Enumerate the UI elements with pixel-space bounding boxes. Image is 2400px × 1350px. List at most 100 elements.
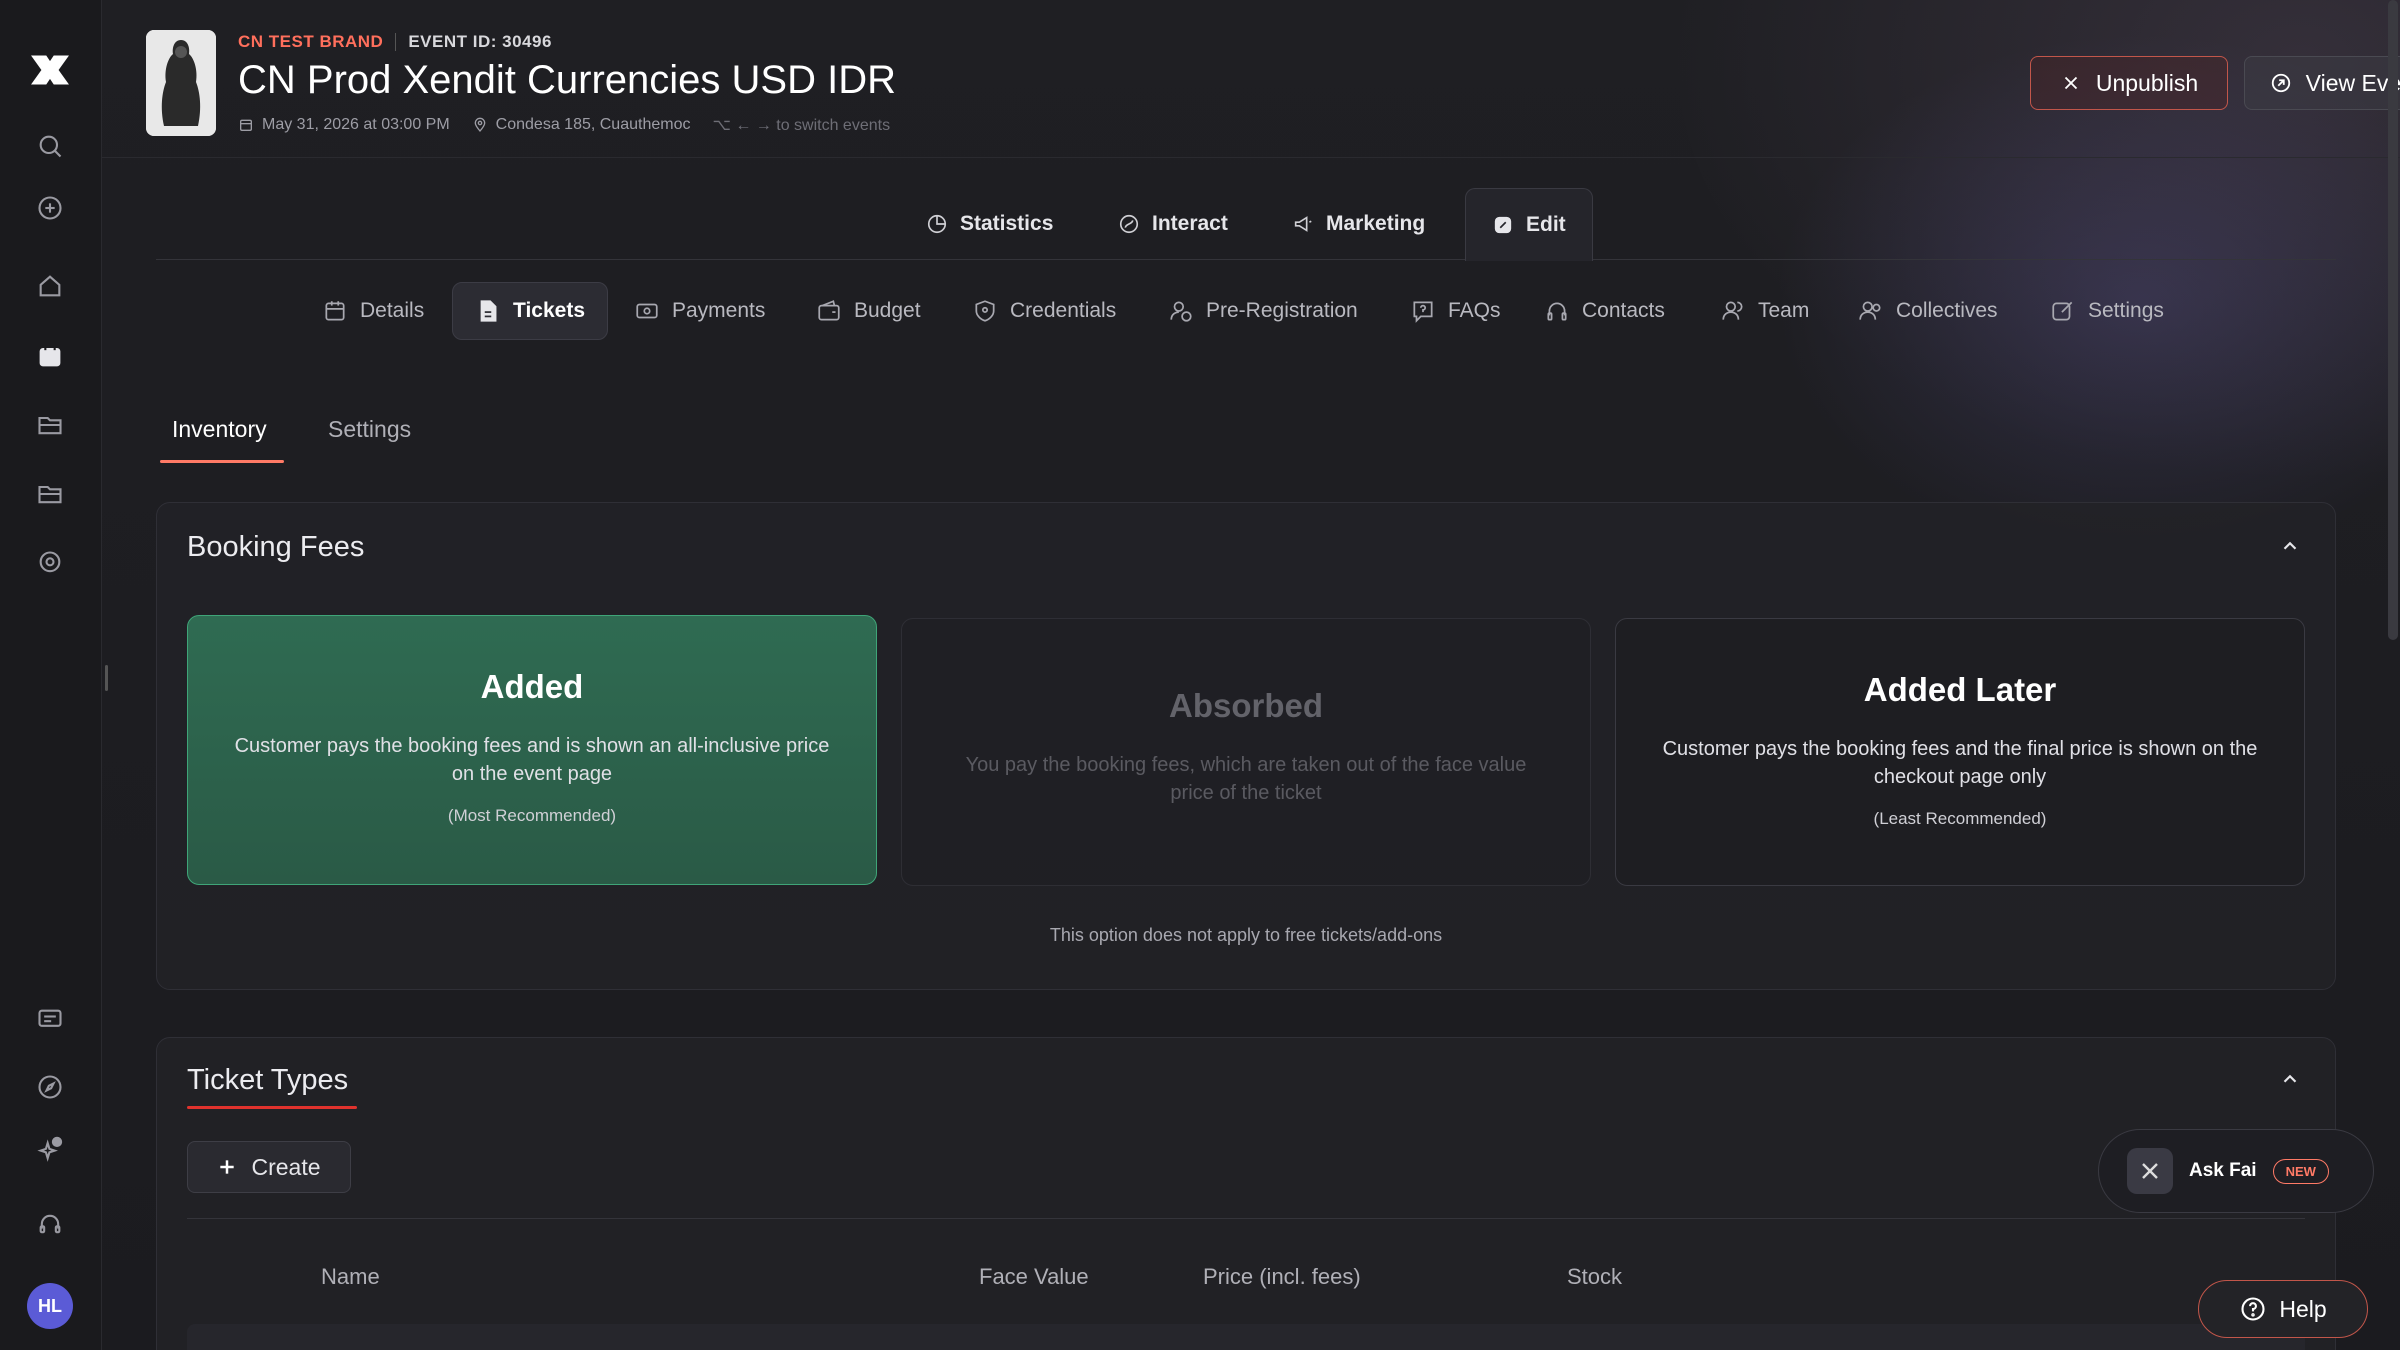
- sparkle-icon[interactable]: [34, 1134, 66, 1166]
- fee-option-recommendation: (Most Recommended): [447, 806, 617, 825]
- divider: [395, 33, 397, 51]
- settings-edit-icon: [2052, 301, 2073, 321]
- compass-icon[interactable]: [34, 1071, 66, 1103]
- chat-icon[interactable]: [34, 1004, 66, 1036]
- tab-budget[interactable]: Budget: [816, 282, 921, 340]
- location-icon[interactable]: [34, 547, 66, 579]
- home-icon[interactable]: [34, 270, 66, 302]
- event-header: CN TEST BRAND EVENT ID: 30496 CN Prod Xe…: [102, 0, 2400, 158]
- sidebar-resize-handle[interactable]: [105, 665, 108, 691]
- tab-label: Settings: [2088, 299, 2164, 322]
- column-header-stock: Stock: [1567, 1264, 1623, 1289]
- tab-settings[interactable]: Settings: [2050, 282, 2164, 340]
- search-icon[interactable]: [34, 130, 66, 162]
- fee-option-title: Added Later: [1863, 671, 2057, 708]
- brand-name: CN TEST BRAND: [238, 32, 384, 51]
- question-icon: [1413, 301, 1433, 323]
- view-event-button[interactable]: View Event: [2244, 56, 2400, 110]
- unpublish-label: Unpublish: [2095, 69, 2199, 96]
- tab-label: Payments: [672, 299, 766, 322]
- fee-option-description: Customer pays the booking fees and the f…: [1662, 738, 2258, 788]
- subtab-settings[interactable]: Settings: [328, 416, 411, 443]
- tab-label: Team: [1758, 299, 1810, 322]
- switch-events-hint: ⌥ ← → to switch events: [712, 117, 891, 134]
- fee-option-absorbed[interactable]: Absorbed You pay the booking fees, which…: [901, 618, 1591, 886]
- event-thumbnail: [146, 30, 216, 136]
- tab-statistics[interactable]: Statistics: [926, 188, 1053, 260]
- fee-option-title: Absorbed: [1168, 687, 1323, 724]
- event-location: Condesa 185, Cuauthemoc: [472, 116, 691, 134]
- create-ticket-button[interactable]: Create: [187, 1141, 351, 1193]
- app-root: HL CN TEST BRAND EVENT ID: 30496 CN Prod…: [0, 0, 2400, 1350]
- chevron-up-icon[interactable]: [2279, 1068, 2301, 1090]
- ask-fai-button[interactable]: Ask Fai NEW: [2098, 1129, 2374, 1213]
- ticket-icon: [480, 300, 497, 322]
- column-header-face-value: Face Value: [979, 1264, 1089, 1289]
- fee-option-recommendation: (Least Recommended): [1873, 809, 2047, 828]
- tab-team[interactable]: Team: [1720, 282, 1809, 340]
- sidebar: HL: [0, 0, 102, 1350]
- tab-details[interactable]: Details: [322, 282, 424, 340]
- subtab-inventory[interactable]: Inventory: [172, 416, 267, 443]
- fee-option-title: Added: [480, 668, 584, 705]
- plus-icon: [220, 1160, 235, 1174]
- tab-label: Marketing: [1326, 212, 1426, 235]
- column-header-price: Price (incl. fees): [1203, 1264, 1361, 1289]
- chevron-up-icon[interactable]: [2279, 535, 2301, 557]
- tab-tickets[interactable]: Tickets: [452, 282, 608, 340]
- event-date: May 31, 2026 at 03:00 PM: [238, 116, 450, 134]
- help-label: Help: [2279, 1295, 2327, 1322]
- headset-icon[interactable]: [34, 1208, 66, 1240]
- folder-icon[interactable]: [34, 409, 66, 441]
- statistics-icon: [927, 214, 947, 234]
- unpublish-button[interactable]: Unpublish: [2030, 56, 2228, 110]
- tab-marketing[interactable]: Marketing: [1292, 188, 1425, 260]
- pin-icon: [474, 117, 486, 133]
- tab-edit[interactable]: Edit: [1465, 188, 1593, 261]
- brand-row: CN TEST BRAND EVENT ID: 30496: [238, 32, 552, 52]
- fee-option-added-later[interactable]: Added Later Customer pays the booking fe…: [1615, 618, 2305, 886]
- title-underline: [187, 1106, 357, 1109]
- calendar-icon: [240, 119, 252, 131]
- fee-option-added[interactable]: Added Customer pays the booking fees and…: [187, 615, 877, 885]
- add-circle-icon[interactable]: [34, 192, 66, 224]
- tab-label: FAQs: [1448, 299, 1501, 322]
- logo-icon[interactable]: [30, 52, 70, 88]
- tab-payments[interactable]: Payments: [634, 282, 765, 340]
- fee-note: This option does not apply to free ticke…: [1049, 925, 1443, 945]
- table-row[interactable]: [187, 1324, 2305, 1350]
- new-badge: NEW: [2272, 1158, 2329, 1184]
- tab-contacts[interactable]: Contacts: [1544, 282, 1665, 340]
- tab-label: Statistics: [960, 212, 1054, 235]
- primary-tabs: Statistics Interact Marketing Edit: [156, 188, 2336, 261]
- tab-interact[interactable]: Interact: [1118, 188, 1228, 260]
- calendar-icon[interactable]: [34, 340, 66, 372]
- tab-label: Details: [360, 299, 425, 322]
- tab-credentials[interactable]: Credentials: [972, 282, 1116, 340]
- panel-title: Booking Fees: [187, 531, 365, 563]
- panel-title: Ticket Types: [187, 1064, 349, 1096]
- close-icon: [2064, 76, 2077, 90]
- create-label: Create: [251, 1153, 321, 1180]
- scrollbar[interactable]: [2388, 0, 2398, 640]
- tab-pre-registration[interactable]: Pre-Registration: [1168, 282, 1358, 340]
- ticket-types-panel: Ticket Types Create Name Face Value Pric…: [156, 1037, 2336, 1350]
- tab-label: Interact: [1152, 212, 1228, 235]
- help-button[interactable]: Help: [2198, 1280, 2368, 1338]
- tab-label: Budget: [854, 299, 921, 322]
- ask-fai-label: Ask Fai: [2189, 1160, 2257, 1181]
- help-icon: [2241, 1297, 2265, 1321]
- external-link-icon: [2271, 73, 2290, 93]
- tab-collectives[interactable]: Collectives: [1858, 282, 1998, 340]
- archive-icon[interactable]: [34, 478, 66, 510]
- active-subtab-indicator: [160, 460, 284, 463]
- tab-faqs[interactable]: FAQs: [1410, 282, 1501, 340]
- event-location-text: Condesa 185, Cuauthemoc: [495, 116, 691, 133]
- shield-icon: [975, 300, 995, 322]
- column-header-name: Name: [321, 1264, 380, 1289]
- event-meta: May 31, 2026 at 03:00 PM Condesa 185, Cu…: [238, 115, 890, 135]
- avatar[interactable]: HL: [27, 1283, 73, 1329]
- event-date-text: May 31, 2026 at 03:00 PM: [262, 116, 450, 133]
- fee-option-description: Customer pays the booking fees and is sh…: [234, 735, 830, 785]
- page-title: CN Prod Xendit Currencies USD IDR: [238, 58, 896, 102]
